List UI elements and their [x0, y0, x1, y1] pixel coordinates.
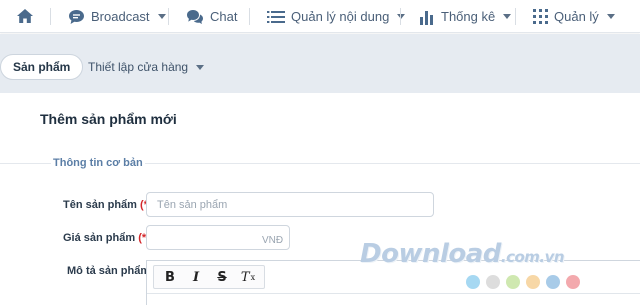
product-name-label-text: Tên sản phẩm: [63, 199, 137, 211]
tab-store-settings[interactable]: Thiết lập cửa hàng: [88, 54, 205, 80]
nav-management-label: Quản lý: [554, 9, 599, 24]
nav-broadcast-label: Broadcast: [91, 9, 150, 24]
nav-content-management[interactable]: Quản lý nội dung: [267, 0, 406, 33]
nav-statistics[interactable]: Thống kê: [419, 0, 512, 33]
chevron-down-icon: [606, 14, 615, 19]
nav-statistics-label: Thống kê: [441, 9, 496, 24]
watermark-dots: [466, 275, 580, 289]
watermark-dot: [506, 275, 520, 289]
price-unit: VNĐ: [262, 235, 284, 246]
chevron-down-icon: [196, 64, 205, 70]
watermark-dot: [466, 275, 480, 289]
grid-icon: [533, 9, 548, 24]
nav-separator: [168, 8, 169, 25]
clear-format-sub: x: [250, 272, 256, 282]
nav-separator: [400, 8, 401, 25]
page-title: Thêm sản phẩm mới: [40, 111, 177, 127]
tab-products[interactable]: Sản phẩm: [0, 54, 84, 80]
section-title: Thông tin cơ bản: [51, 157, 145, 169]
nav-separator: [515, 8, 516, 25]
nav-content-management-label: Quản lý nội dung: [291, 9, 390, 24]
sub-navigation: Sản phẩm Thiết lập cửa hàng: [0, 34, 640, 93]
bar-chart-icon: [420, 10, 433, 25]
list-icon: [267, 10, 285, 23]
chat-bubbles-icon: [187, 9, 203, 24]
strikethrough-button[interactable]: S: [210, 267, 234, 287]
nav-management[interactable]: Quản lý: [533, 0, 615, 33]
nav-chat[interactable]: Chat: [186, 0, 237, 33]
clear-format-button[interactable]: Tx: [236, 267, 260, 287]
product-price-label: Giá sản phẩm (*): [63, 232, 150, 244]
watermark-logo: Download.com.vn: [360, 239, 565, 269]
italic-button[interactable]: I: [184, 267, 208, 287]
chevron-down-icon: [397, 14, 406, 19]
editor-toolbar-divider: [147, 293, 640, 294]
product-price-label-text: Giá sản phẩm: [63, 232, 136, 244]
chat-bubble-icon: [69, 9, 84, 24]
watermark-dot: [546, 275, 560, 289]
product-name-label: Tên sản phẩm (*): [63, 199, 152, 211]
nav-broadcast[interactable]: Broadcast: [68, 0, 166, 33]
main-content: Thêm sản phẩm mới Thông tin cơ bản Tên s…: [0, 93, 640, 305]
watermark-dot: [526, 275, 540, 289]
bold-button[interactable]: B: [158, 267, 182, 287]
watermark-text: Download: [360, 239, 501, 269]
product-description-label: Mô tả sản phẩm: [67, 265, 151, 277]
watermark-dot: [566, 275, 580, 289]
editor-toolbar: B I S Tx: [153, 265, 265, 289]
clear-format-icon: T: [240, 269, 250, 285]
watermark-dot: [486, 275, 500, 289]
chevron-down-icon: [157, 14, 166, 19]
nav-chat-label: Chat: [210, 9, 238, 24]
chevron-down-icon: [503, 14, 512, 19]
top-navigation: Broadcast Chat Quản lý nội dung Thống kê: [0, 0, 640, 33]
watermark-suffix: .com.vn: [500, 248, 565, 266]
nav-separator: [50, 8, 51, 25]
home-icon[interactable]: [16, 8, 34, 24]
product-name-input[interactable]: [146, 192, 434, 217]
nav-separator: [249, 8, 250, 25]
tab-store-settings-label: Thiết lập cửa hàng: [88, 60, 189, 74]
